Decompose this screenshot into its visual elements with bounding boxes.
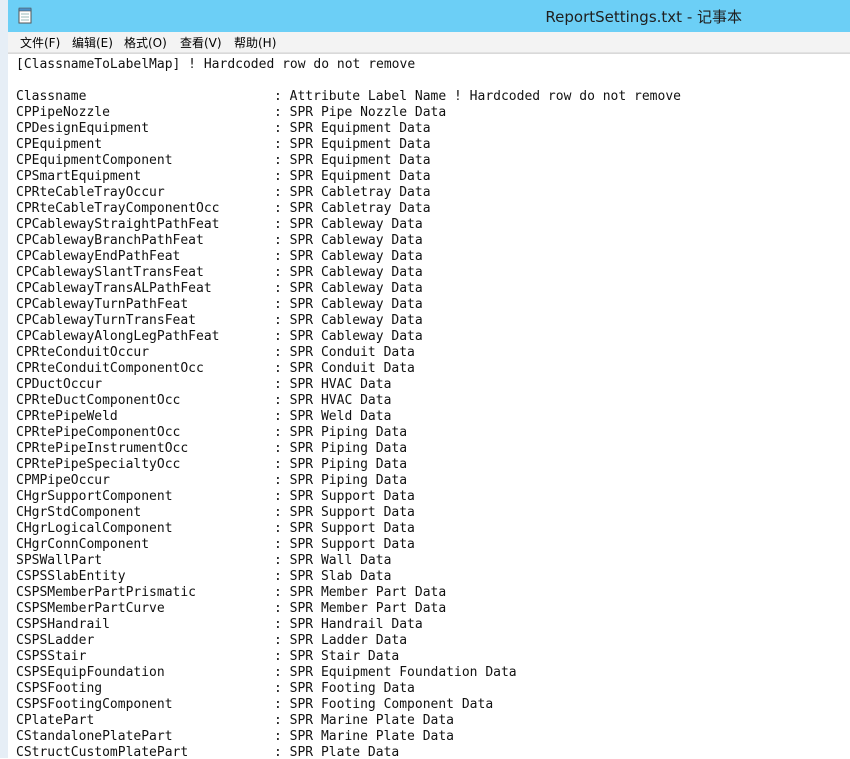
classname-text: CPCablewayStraightPathFeat	[16, 217, 220, 232]
classname-text: CPCablewayEndPathFeat	[16, 249, 181, 264]
classname-text: CPDesignEquipment	[16, 121, 150, 136]
label-text: : SPR Support Data	[274, 521, 415, 536]
classname-text: CPPipeNozzle	[16, 105, 110, 120]
classname-text: CPCablewayTurnPathFeat	[16, 297, 189, 312]
label-text: : SPR Cableway Data	[274, 297, 423, 312]
classname-text: CPCablewayBranchPathFeat	[16, 233, 204, 248]
label-text: : SPR Member Part Data	[274, 601, 447, 616]
label-text: : SPR Ladder Data	[274, 633, 408, 648]
label-text: : SPR Equipment Data	[274, 153, 431, 168]
menu-view[interactable]: 查看(V)	[180, 34, 222, 51]
classname-text: CPRteDuctComponentOcc	[16, 393, 181, 408]
label-text: : SPR Conduit Data	[274, 345, 415, 360]
label-text: : SPR Slab Data	[274, 569, 392, 584]
classname-text: CSPSFootingComponent	[16, 697, 173, 712]
label-text: : SPR HVAC Data	[274, 393, 392, 408]
header-line: [ClassnameToLabelMap] ! Hardcoded row do…	[16, 57, 416, 72]
classname-text: CPRteConduitComponentOcc	[16, 361, 204, 376]
label-text: : SPR Stair Data	[274, 649, 400, 664]
classname-text: CPRtePipeSpecialtyOcc	[16, 457, 181, 472]
label-text: : SPR Footing Data	[274, 681, 415, 696]
label-text: : SPR Wall Data	[274, 553, 392, 568]
label-text: : SPR Equipment Data	[274, 121, 431, 136]
label-text: : SPR Member Part Data	[274, 585, 447, 600]
label-text: : SPR Cableway Data	[274, 249, 423, 264]
classname-text: CSPSMemberPartCurve	[16, 601, 165, 616]
label-text: : SPR Cableway Data	[274, 313, 423, 328]
classname-text: CSPSStair	[16, 649, 87, 664]
classname-text: SPSWallPart	[16, 553, 103, 568]
classname-text: Classname	[16, 89, 87, 104]
label-text: : SPR Plate Data	[274, 745, 400, 759]
classname-text: CPEquipmentComponent	[16, 153, 173, 168]
classname-text: CSPSSlabEntity	[16, 569, 126, 584]
label-text: : SPR Piping Data	[274, 441, 408, 456]
classname-text: CPlatePart	[16, 713, 95, 728]
label-text: : SPR Cableway Data	[274, 217, 423, 232]
label-text: : SPR Cabletray Data	[274, 185, 431, 200]
classname-text: CPRtePipeComponentOcc	[16, 425, 181, 440]
label-text: : SPR Equipment Data	[274, 169, 431, 184]
classname-text: CSPSLadder	[16, 633, 95, 648]
classname-text: CPCablewayAlongLegPathFeat	[16, 329, 220, 344]
classname-text: CHgrConnComponent	[16, 537, 150, 552]
classname-text: CPDuctOccur	[16, 377, 103, 392]
classname-text: CStructCustomPlatePart	[16, 745, 189, 759]
menu-edit[interactable]: 编辑(E)	[72, 34, 113, 51]
classname-text: CHgrStdComponent	[16, 505, 142, 520]
label-text: : SPR Support Data	[274, 537, 415, 552]
label-text: : SPR Pipe Nozzle Data	[274, 105, 447, 120]
classname-text: CPCablewaySlantTransFeat	[16, 265, 204, 280]
classname-text: CHgrLogicalComponent	[16, 521, 173, 536]
label-text: : Attribute Label Name ! Hardcoded row d…	[274, 89, 681, 104]
classname-text: CPRteConduitOccur	[16, 345, 150, 360]
classname-text: CPCablewayTransALPathFeat	[16, 281, 212, 296]
classname-text: CStandalonePlatePart	[16, 729, 173, 744]
label-text: : SPR Piping Data	[274, 473, 408, 488]
label-text: : SPR Cableway Data	[274, 233, 423, 248]
text-editor-area[interactable]: [ClassnameToLabelMap] ! Hardcoded row do…	[8, 53, 850, 759]
label-text: : SPR Piping Data	[274, 425, 408, 440]
label-text: : SPR Support Data	[274, 505, 415, 520]
label-text: : SPR Cabletray Data	[274, 201, 431, 216]
label-text: : SPR Conduit Data	[274, 361, 415, 376]
title-bar[interactable]: ReportSettings.txt - 记事本	[8, 0, 850, 32]
label-text: : SPR Equipment Data	[274, 137, 431, 152]
classname-text: CSPSHandrail	[16, 617, 110, 632]
label-text: : SPR Piping Data	[274, 457, 408, 472]
label-text: : SPR Cableway Data	[274, 281, 423, 296]
menu-format[interactable]: 格式(O)	[124, 34, 167, 51]
classname-text: CPRtePipeInstrumentOcc	[16, 441, 189, 456]
classname-text: CSPSEquipFoundation	[16, 665, 165, 680]
label-text: : SPR HVAC Data	[274, 377, 392, 392]
classname-text: CHgrSupportComponent	[16, 489, 173, 504]
classname-text: CPRteCableTrayComponentOcc	[16, 201, 220, 216]
label-text: : SPR Cableway Data	[274, 329, 423, 344]
classname-text: CPRtePipeWeld	[16, 409, 118, 424]
label-text: : SPR Marine Plate Data	[274, 729, 455, 744]
classname-text: CPEquipment	[16, 137, 103, 152]
classname-text: CPMPipeOccur	[16, 473, 110, 488]
menu-bar: 文件(F) 编辑(E) 格式(O) 查看(V) 帮助(H)	[8, 32, 850, 53]
classname-text: CSPSFooting	[16, 681, 103, 696]
label-text: : SPR Handrail Data	[274, 617, 423, 632]
classname-text: CSPSMemberPartPrismatic	[16, 585, 197, 600]
window-title: ReportSettings.txt - 记事本	[545, 8, 742, 26]
label-text: : SPR Marine Plate Data	[274, 713, 455, 728]
classname-text: CPRteCableTrayOccur	[16, 185, 165, 200]
label-text: : SPR Cableway Data	[274, 265, 423, 280]
classname-text: CPSmartEquipment	[16, 169, 142, 184]
label-text: : SPR Equipment Foundation Data	[274, 665, 517, 680]
classname-text: CPCablewayTurnTransFeat	[16, 313, 197, 328]
label-text: : SPR Weld Data	[274, 409, 392, 424]
menu-help[interactable]: 帮助(H)	[234, 34, 276, 51]
label-text: : SPR Support Data	[274, 489, 415, 504]
menu-file[interactable]: 文件(F)	[20, 34, 60, 51]
label-text: : SPR Footing Component Data	[274, 697, 494, 712]
